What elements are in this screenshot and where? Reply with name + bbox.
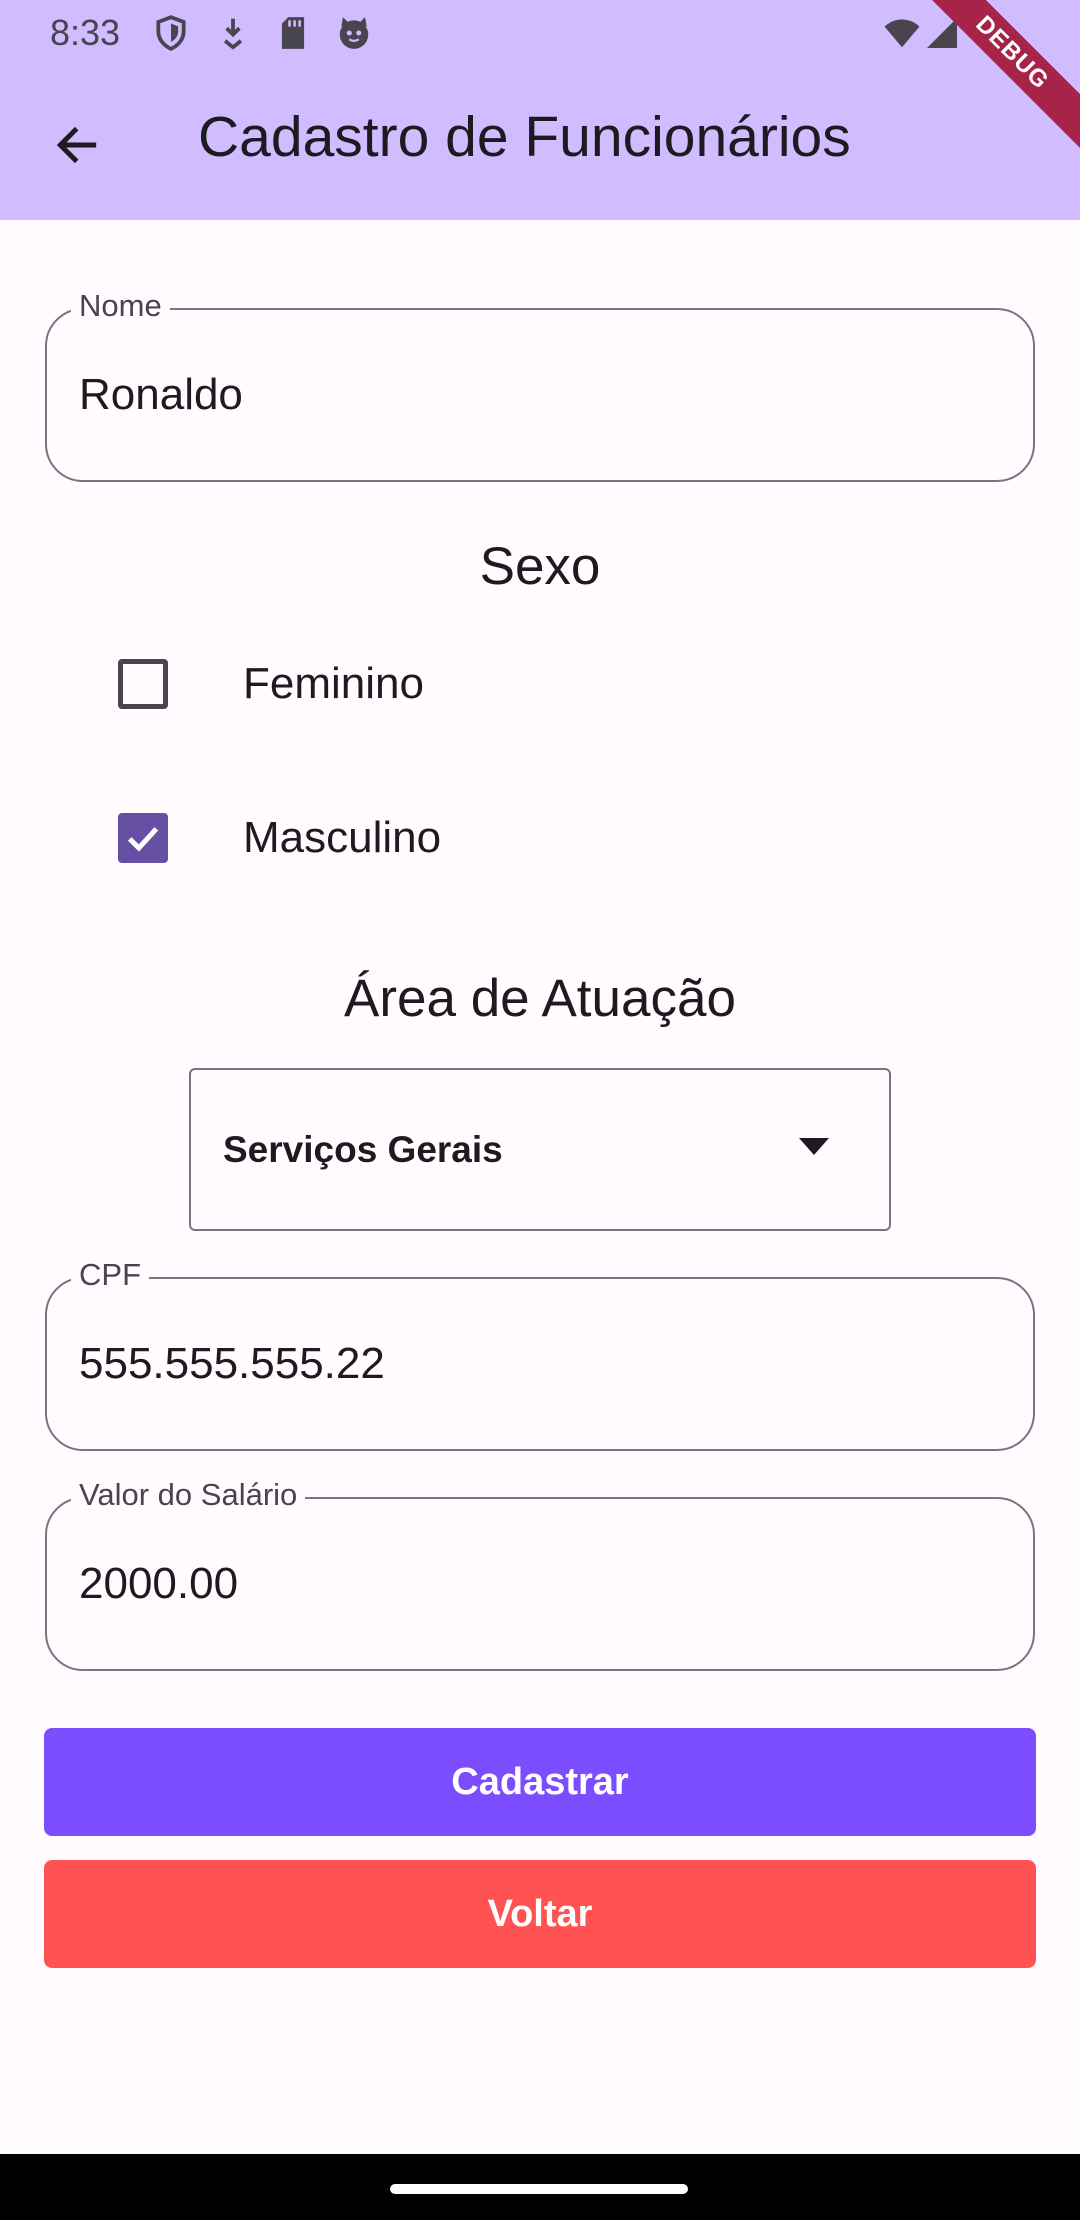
checkbox-row-feminino[interactable]: Feminino (100, 634, 700, 734)
area-dropdown[interactable]: Serviços Gerais (189, 1068, 891, 1231)
shield-icon (156, 15, 186, 51)
back-button[interactable] (42, 110, 112, 180)
cat-icon (339, 17, 369, 49)
cpf-field[interactable]: CPF 555.555.555.22 (45, 1257, 1035, 1451)
cpf-field-label: CPF (71, 1257, 149, 1293)
home-handle[interactable] (390, 2184, 688, 2194)
dropdown-arrow-icon (799, 1138, 829, 1155)
debug-banner: DEBUG (910, 0, 1080, 170)
sd-card-icon (281, 17, 305, 49)
nome-field[interactable]: Nome Ronaldo (45, 288, 1035, 482)
nome-field-value: Ronaldo (79, 370, 243, 419)
arrow-left-icon (56, 126, 97, 164)
navigation-bar (0, 2154, 1080, 2220)
checkbox-row-masculino[interactable]: Masculino (100, 788, 700, 888)
cpf-field-value: 555.555.555.22 (79, 1339, 385, 1388)
salario-field-value: 2000.00 (79, 1559, 239, 1608)
cadastrar-button[interactable]: Cadastrar (44, 1728, 1036, 1836)
area-dropdown-value: Serviços Gerais (223, 1129, 503, 1170)
debug-banner-label: DEBUG (910, 0, 1080, 159)
feminino-checkbox[interactable] (118, 659, 168, 709)
checkmark-icon (127, 827, 159, 852)
download-arrow-icon (223, 18, 243, 50)
sexo-title: Sexo (479, 537, 601, 596)
page-title: Cadastro de Funcionários (198, 105, 851, 169)
salario-field-label: Valor do Salário (71, 1477, 306, 1513)
masculino-checkbox[interactable] (118, 813, 168, 863)
voltar-button[interactable]: Voltar (44, 1860, 1036, 1968)
masculino-label: Masculino (243, 813, 442, 862)
status-time: 8:33 (50, 12, 121, 53)
nome-field-label: Nome (71, 288, 170, 324)
area-title: Área de Atuação (344, 969, 736, 1028)
feminino-label: Feminino (243, 659, 424, 708)
salario-field[interactable]: Valor do Salário 2000.00 (45, 1477, 1035, 1671)
